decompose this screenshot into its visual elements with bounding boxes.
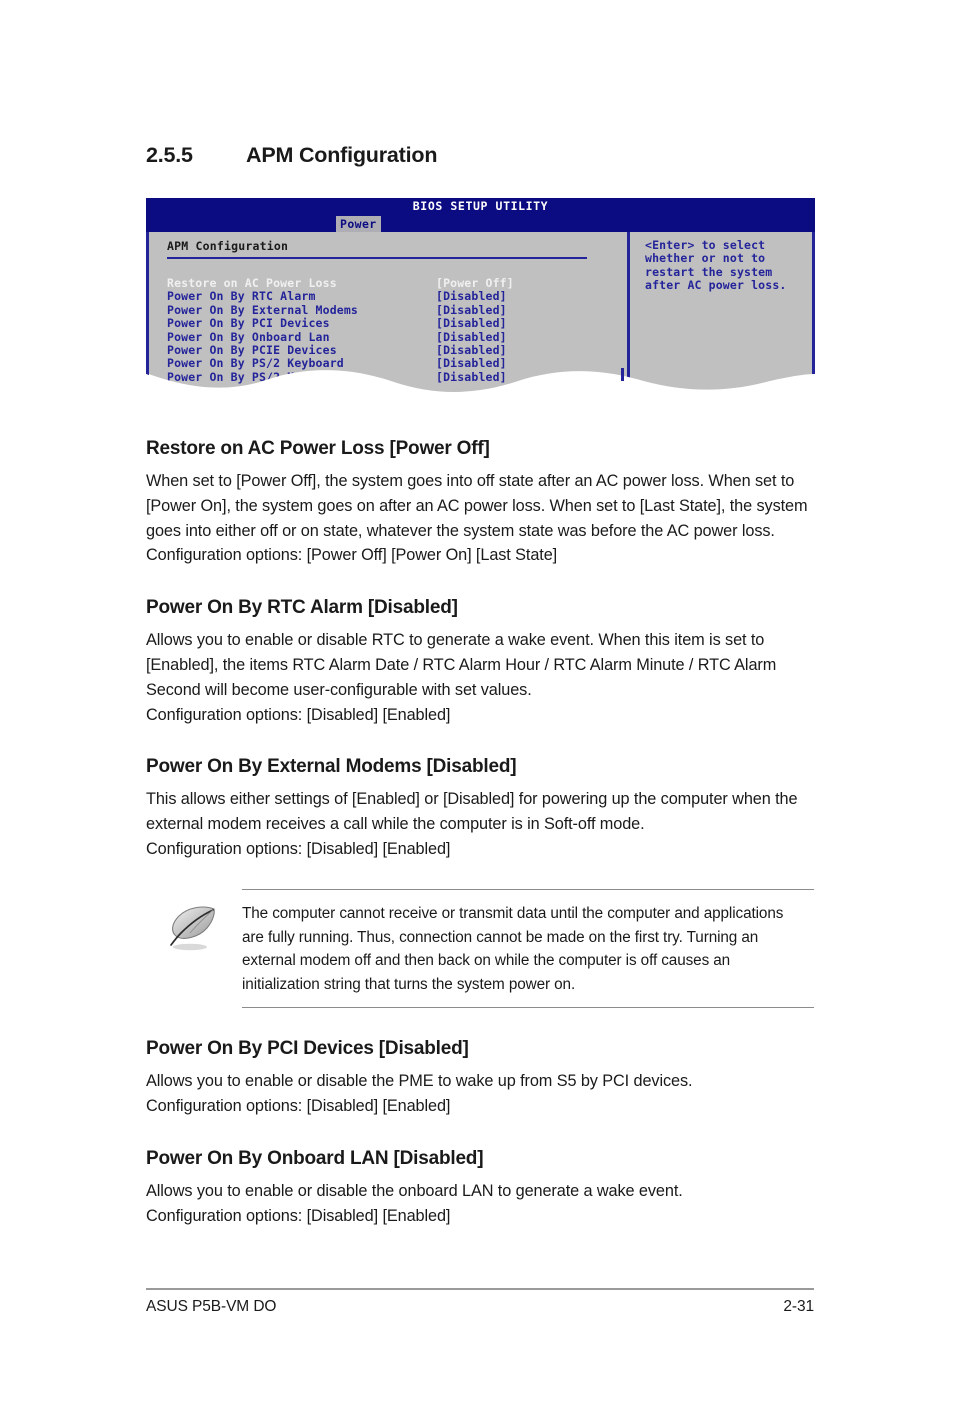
item-description: Allows you to enable or disable RTC to g…: [146, 631, 777, 699]
bios-setting-value: [Disabled]: [436, 356, 507, 371]
bios-settings-list: Restore on AC Power Loss [Power Off] Pow…: [167, 276, 627, 384]
item-heading: Power On By External Modems [Disabled]: [146, 756, 517, 778]
note-callout: The computer cannot receive or transmit …: [146, 888, 814, 1009]
bios-title-divider: [167, 257, 587, 259]
bios-help-line: whether or not to: [645, 251, 766, 266]
bios-setting-value: [Disabled]: [436, 289, 507, 304]
pencil-note-icon: [146, 902, 242, 996]
bios-setting-value: [Disabled]: [436, 343, 507, 358]
bios-setting-label: Power On By External Modems: [167, 302, 358, 317]
bios-setting-label: Power On By PCI Devices: [167, 316, 330, 331]
bios-settings-panel: APM Configuration Restore on AC Power Lo…: [149, 232, 627, 394]
note-bottom-rule: [242, 1006, 814, 1009]
bios-setting-label: Power On By PS/2 Keyboard: [167, 356, 344, 371]
section-number: 2.5.5: [146, 143, 193, 167]
item-heading: Power On By Onboard LAN [Disabled]: [146, 1147, 484, 1169]
item-block-pci-devices: Power On By PCI Devices [Disabled] Allow…: [146, 1038, 814, 1119]
bios-setting-row[interactable]: Power On By PCIE Devices [Disabled]: [167, 343, 627, 358]
bios-help-line: after AC power loss.: [645, 278, 787, 293]
item-config-options: Configuration options: [Disabled] [Enabl…: [146, 1096, 451, 1115]
section-title: APM Configuration: [246, 143, 438, 167]
bios-utility-title: BIOS SETUP UTILITY: [412, 199, 549, 213]
item-block-external-modems: Power On By External Modems [Disabled] T…: [146, 756, 814, 861]
bios-body: APM Configuration Restore on AC Power Lo…: [146, 232, 815, 394]
item-description: This allows either settings of [Enabled]…: [146, 790, 798, 834]
bios-setting-row[interactable]: Power On By PCI Devices [Disabled]: [167, 316, 627, 331]
bios-help-panel: <Enter> to select whether or not to rest…: [630, 232, 812, 394]
item-description: When set to [Power Off], the system goes…: [146, 472, 808, 540]
bios-setting-label: Power On By Onboard Lan: [167, 329, 330, 344]
item-config-options: Configuration options: [Power Off] [Powe…: [146, 546, 558, 565]
bios-header-bar: BIOS SETUP UTILITY: [146, 198, 815, 216]
bios-tab-bar: Power: [146, 216, 815, 232]
bios-setting-label: Power On By PS/2 Mouse: [167, 369, 323, 384]
bios-screen-title: APM Configuration: [167, 239, 289, 253]
body-content: Restore on AC Power Loss [Power Off] Whe…: [146, 438, 814, 1257]
footer-page-number: 2-31: [783, 1298, 814, 1315]
bios-setting-row[interactable]: Power On By Onboard Lan [Disabled]: [167, 329, 627, 344]
bios-setup-screenshot: BIOS SETUP UTILITY Power APM Configurati…: [146, 198, 815, 394]
item-heading: Power On By RTC Alarm [Disabled]: [146, 597, 458, 619]
page-title: 2.5.5 APM Configuration: [146, 143, 437, 168]
item-block-restore-ac-power-loss: Restore on AC Power Loss [Power Off] Whe…: [146, 438, 814, 568]
bios-setting-row[interactable]: Restore on AC Power Loss [Power Off]: [167, 276, 627, 290]
bios-setting-value: [Disabled]: [436, 369, 507, 384]
bios-setting-row[interactable]: Power On By PS/2 Keyboard [Disabled]: [167, 356, 627, 371]
item-description: Allows you to enable or disable the PME …: [146, 1072, 693, 1091]
item-description: Allows you to enable or disable the onbo…: [146, 1181, 683, 1200]
item-heading: Restore on AC Power Loss [Power Off]: [146, 438, 490, 459]
item-heading: Power On By PCI Devices [Disabled]: [146, 1038, 469, 1060]
bios-help-line: <Enter> to select: [645, 238, 766, 252]
bios-setting-label: Power On By RTC Alarm: [167, 289, 316, 304]
bios-setting-label: Power On By PCIE Devices: [167, 343, 337, 358]
bios-setting-value: [Disabled]: [436, 329, 507, 344]
footer-product-name: ASUS P5B-VM DO: [146, 1298, 277, 1315]
item-config-options: Configuration options: [Disabled] [Enabl…: [146, 839, 451, 858]
bios-setting-value: [Disabled]: [436, 316, 507, 331]
item-block-rtc-alarm: Power On By RTC Alarm [Disabled] Allows …: [146, 597, 814, 727]
bios-setting-row[interactable]: Power On By RTC Alarm [Disabled]: [167, 289, 627, 304]
bios-setting-row[interactable]: Power On By PS/2 Mouse [Disabled]: [167, 369, 627, 384]
item-config-options: Configuration options: [Disabled] [Enabl…: [146, 1206, 451, 1225]
bios-setting-row[interactable]: Power On By External Modems [Disabled]: [167, 302, 627, 317]
tab-power[interactable]: Power: [336, 216, 381, 232]
bios-setting-value: [Power Off]: [436, 276, 514, 290]
manual-page: 2.5.5 APM Configuration BIOS SETUP UTILI…: [0, 0, 954, 1406]
item-block-onboard-lan: Power On By Onboard LAN [Disabled] Allow…: [146, 1148, 814, 1229]
bios-help-line: restart the system: [645, 264, 773, 279]
page-footer: ASUS P5B-VM DO 2-31: [146, 1288, 814, 1316]
bios-setting-label: Restore on AC Power Loss: [167, 276, 337, 290]
item-config-options: Configuration options: [Disabled] [Enabl…: [146, 705, 451, 724]
note-text: The computer cannot receive or transmit …: [242, 905, 784, 994]
bios-setting-value: [Disabled]: [436, 302, 507, 317]
